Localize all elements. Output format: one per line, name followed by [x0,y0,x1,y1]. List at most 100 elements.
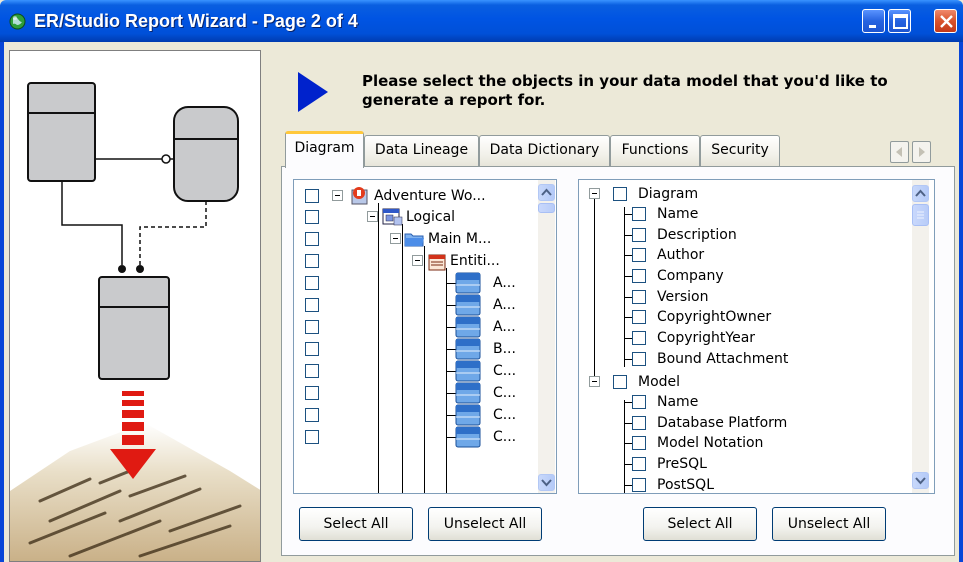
tree-item-entity[interactable]: C... [294,404,534,426]
property-item[interactable]: PostSQL [579,475,909,493]
property-checkbox[interactable] [632,248,646,262]
property-item[interactable]: Database Platform [579,413,909,434]
scroll-thumb[interactable] [912,204,929,226]
tree-item-entity[interactable]: C... [294,360,534,382]
property-checkbox[interactable] [632,395,646,409]
tree-item-entities[interactable]: Entiti... [294,251,534,272]
instruction-text: Please select the objects in your data m… [362,72,888,109]
close-icon [940,15,953,28]
window-frame-right [959,42,963,562]
object-tree-scrollbar[interactable] [538,180,555,493]
play-arrow-icon [298,72,328,112]
property-checkbox[interactable] [632,269,646,283]
property-item[interactable]: Description [579,225,909,246]
tree-item-entity[interactable]: C... [294,382,534,404]
property-tree-scrollbar[interactable] [912,180,929,493]
property-group-model[interactable]: Model [579,372,909,393]
chevron-right-icon [919,147,925,157]
collapse-toggle[interactable] [332,190,343,201]
chevron-up-icon [915,189,926,197]
scroll-down-button[interactable] [912,472,929,489]
tab-functions[interactable]: Functions [610,135,700,167]
property-item[interactable]: Version [579,287,909,308]
property-item[interactable]: Company [579,266,909,287]
property-item[interactable]: Model Notation [579,433,909,454]
property-checkbox[interactable] [632,290,646,304]
tree-item-entity[interactable]: A... [294,316,534,338]
tree-item-entity[interactable]: A... [294,294,534,316]
close-button[interactable] [934,9,957,33]
property-checkbox[interactable] [632,416,646,430]
property-checkbox[interactable] [632,310,646,324]
maximize-icon [893,14,908,29]
diagram-tab-panel: Adventure Wo... Logical Main M... Entiti… [281,166,955,556]
collapse-toggle[interactable] [412,255,423,266]
tree-item-checkbox[interactable] [305,430,319,444]
tree-item-checkbox[interactable] [305,320,319,334]
scroll-down-button[interactable] [538,474,555,491]
property-item[interactable]: CopyrightYear [579,328,909,349]
entity-icon [454,425,482,455]
left-select-all-button[interactable]: Select All [299,507,413,541]
chevron-down-icon [915,477,926,485]
tree-item-checkbox[interactable] [305,298,319,312]
tree-item-main-model[interactable]: Main M... [294,229,534,250]
right-unselect-all-button[interactable]: Unselect All [772,507,886,541]
scroll-up-button[interactable] [538,184,555,201]
tree-item-checkbox[interactable] [305,189,319,203]
left-unselect-all-button[interactable]: Unselect All [428,507,542,541]
property-item[interactable]: PreSQL [579,454,909,475]
collapse-toggle[interactable] [367,211,378,222]
tree-item-logical[interactable]: Logical [294,207,534,228]
tree-item-checkbox[interactable] [305,232,319,246]
property-item[interactable]: CopyrightOwner [579,307,909,328]
property-checkbox[interactable] [632,228,646,242]
property-group-diagram[interactable]: Diagram [579,184,909,205]
property-item[interactable]: Name [579,392,909,413]
collapse-toggle[interactable] [589,188,600,199]
property-item[interactable]: Name [579,204,909,225]
tree-item-entity[interactable]: C... [294,426,534,448]
tree-item-entity[interactable]: B... [294,338,534,360]
tree-item-project[interactable]: Adventure Wo... [294,186,534,207]
scroll-up-button[interactable] [912,185,929,202]
scroll-thumb[interactable] [538,203,555,213]
property-checkbox[interactable] [632,331,646,345]
tab-scroll-left-button[interactable] [890,141,909,163]
window-frame-left [0,42,4,562]
tree-item-checkbox[interactable] [305,276,319,290]
collapse-toggle[interactable] [589,376,600,387]
property-item[interactable]: Bound Attachment [579,349,909,370]
chevron-left-icon [896,147,902,157]
maximize-button[interactable] [888,9,911,33]
tree-item-entity[interactable]: A... [294,272,534,294]
tree-item-checkbox[interactable] [305,408,319,422]
tree-item-checkbox[interactable] [305,386,319,400]
minimize-icon [869,25,876,28]
right-select-all-button[interactable]: Select All [643,507,757,541]
wizard-illustration [9,50,261,562]
property-checkbox[interactable] [613,187,627,201]
tree-item-checkbox[interactable] [305,342,319,356]
tree-item-checkbox[interactable] [305,210,319,224]
property-tree[interactable]: Diagram Name Description Author Company … [578,179,935,494]
tab-data-dictionary[interactable]: Data Dictionary [479,135,610,167]
collapse-toggle[interactable] [390,233,401,244]
property-checkbox[interactable] [632,436,646,450]
property-checkbox[interactable] [632,457,646,471]
tab-diagram[interactable]: Diagram [285,131,364,168]
property-checkbox[interactable] [632,207,646,221]
title-bar[interactable]: ER/Studio Report Wizard - Page 2 of 4 [0,0,963,42]
tab-security[interactable]: Security [700,135,780,167]
property-checkbox[interactable] [632,478,646,492]
property-checkbox[interactable] [613,375,627,389]
app-globe-icon [9,13,26,30]
tree-item-checkbox[interactable] [305,254,319,268]
minimize-button[interactable] [862,9,885,33]
property-checkbox[interactable] [632,352,646,366]
tab-data-lineage[interactable]: Data Lineage [364,135,479,167]
tab-scroll-right-button[interactable] [912,141,931,163]
property-item[interactable]: Author [579,245,909,266]
tree-item-checkbox[interactable] [305,364,319,378]
object-tree[interactable]: Adventure Wo... Logical Main M... Entiti… [293,179,557,494]
